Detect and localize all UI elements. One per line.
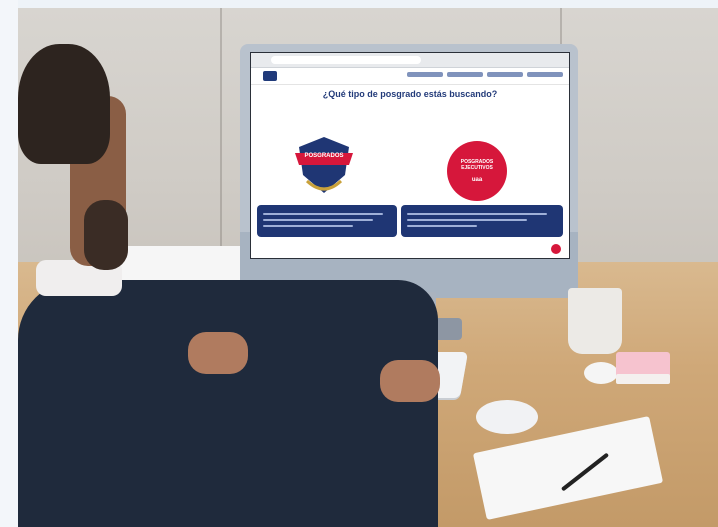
right-info-panel[interactable] [401, 205, 563, 237]
sticky-stack [616, 374, 670, 384]
text-line [263, 225, 353, 227]
site-nav [251, 68, 569, 85]
nav-link [527, 72, 563, 77]
left-margin [0, 0, 18, 527]
browser-toolbar [251, 53, 569, 68]
page-headline: ¿Qué tipo de posgrado estás buscando? [322, 89, 498, 99]
text-line [407, 213, 547, 215]
address-bar [271, 56, 421, 64]
text-line [407, 219, 527, 221]
mouse [476, 400, 538, 434]
desk-object [584, 362, 618, 384]
nav-link [407, 72, 443, 77]
pen-cup [568, 288, 622, 354]
posgrados-ejecutivos-badge: POSGRADOS EJECUTIVOS uaa [447, 141, 507, 201]
nav-link [487, 72, 523, 77]
nav-links [407, 72, 563, 77]
left-info-panel[interactable] [257, 205, 397, 237]
person-hand [380, 360, 440, 402]
text-line [263, 213, 383, 215]
person-jacket [18, 280, 438, 527]
posgrados-badge: POSGRADOS [289, 131, 359, 201]
badge-left-text: POSGRADOS [304, 153, 344, 159]
monitor-screen: ¿Qué tipo de posgrado estás buscando? PO… [250, 52, 570, 259]
badge-right-text: POSGRADOS EJECUTIVOS [460, 159, 494, 171]
nav-link [447, 72, 483, 77]
chat-icon[interactable] [551, 244, 561, 254]
shield-icon [295, 137, 353, 193]
site-logo [263, 71, 277, 81]
text-line [407, 225, 477, 227]
person-beard [84, 200, 128, 270]
office-photo: ¿Qué tipo de posgrado estás buscando? PO… [0, 0, 718, 527]
person-hand [188, 332, 248, 374]
text-line [263, 219, 373, 221]
person-hair [18, 44, 110, 164]
badge-right-sub: uaa [471, 177, 483, 183]
